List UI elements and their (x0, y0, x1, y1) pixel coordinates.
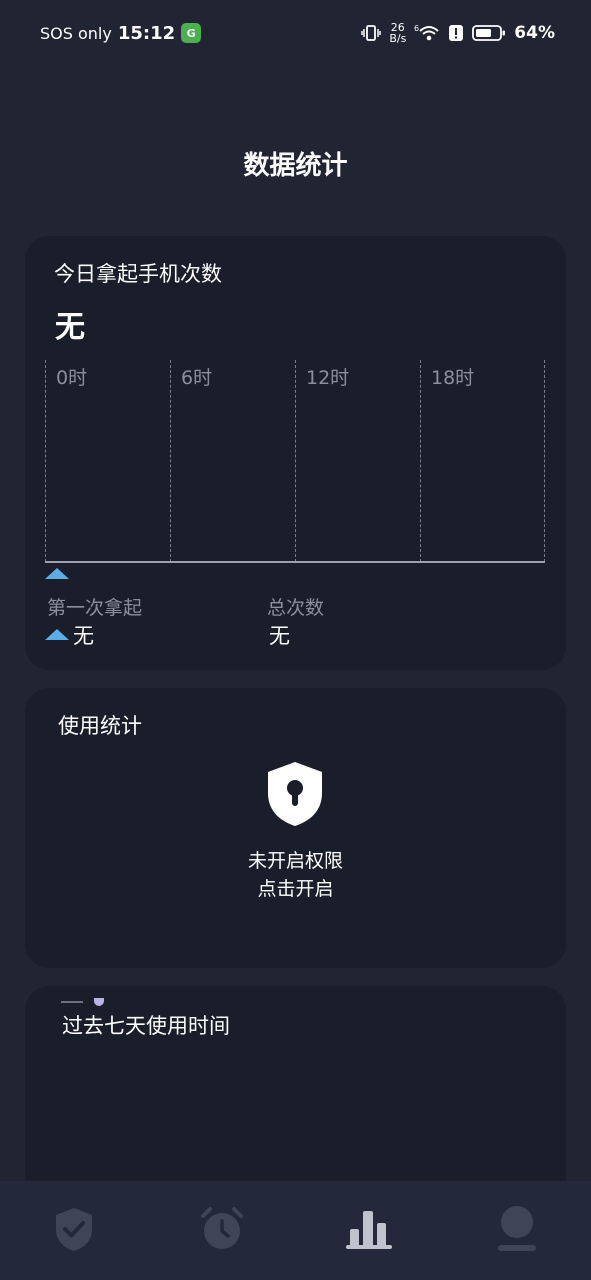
chart-gridline (295, 360, 296, 562)
total-count-label: 总次数 (267, 597, 325, 619)
first-pickup-value: 无 (73, 624, 94, 648)
nav-item-statistics[interactable] (329, 1194, 409, 1264)
chart-gridline (544, 360, 545, 562)
chart-tick-label: 0时 (56, 367, 88, 389)
pickup-count-value: 无 (55, 310, 85, 345)
wifi-6-label: 6 (414, 24, 419, 33)
chart-gridline (170, 360, 171, 562)
weekly-usage-card: 过去七天使用时间 (25, 986, 566, 1206)
pickup-card-title: 今日拿起手机次数 (54, 262, 222, 286)
first-pickup-label: 第一次拿起 (47, 597, 143, 619)
nav-item-protection[interactable] (34, 1194, 114, 1264)
usage-stats-card[interactable]: 使用统计 未开启权限 点击开启 (25, 688, 566, 968)
weekly-chart-legend-line (61, 1001, 83, 1003)
clock: 15:12 (117, 22, 176, 44)
chart-tick-label: 12时 (306, 367, 350, 389)
chart-gridline (420, 360, 421, 562)
weekly-chart-legend-dot (94, 998, 104, 1006)
pickup-timeline-chart: 0时 6时 12时 18时 (45, 360, 545, 563)
nav-item-alarm[interactable] (182, 1194, 262, 1264)
first-pickup-legend-icon (45, 629, 69, 640)
status-bar: SOS only 15:12 G 26 B/s 6 64% (0, 0, 591, 66)
network-status: SOS only (40, 23, 112, 43)
bottom-nav (0, 1181, 591, 1280)
app-notification-icon: G (181, 23, 202, 43)
vibrate-icon (361, 25, 382, 41)
alert-icon (449, 25, 464, 41)
shield-check-icon[interactable] (53, 1206, 95, 1252)
page-title: 数据统计 (243, 151, 348, 181)
chart-tick-label: 18时 (431, 367, 475, 389)
nav-item-profile[interactable] (477, 1194, 557, 1264)
status-left: SOS only 15:12 G (40, 22, 202, 44)
enable-permission-link[interactable]: 点击开启 (25, 874, 566, 901)
usage-stats-title: 使用统计 (58, 714, 142, 738)
chart-baseline (45, 561, 545, 563)
alarm-clock-icon[interactable] (199, 1206, 245, 1252)
pickup-card: 今日拿起手机次数 无 0时 6时 12时 18时 第一次拿起 无 总次数 无 (25, 236, 566, 670)
chart-tick-label: 6时 (181, 367, 213, 389)
total-count-value: 无 (269, 624, 290, 648)
battery-icon (472, 25, 506, 41)
battery-percent: 64% (514, 23, 555, 43)
bar-chart-icon[interactable] (345, 1207, 393, 1251)
network-speed: 26 B/s (389, 22, 406, 44)
permission-disabled-text: 未开启权限 (247, 850, 343, 872)
status-right: 26 B/s 6 64% (361, 22, 555, 44)
network-speed-unit: B/s (389, 32, 407, 45)
profile-icon[interactable] (495, 1205, 539, 1253)
lock-shield-icon[interactable] (265, 760, 325, 828)
weekly-usage-title: 过去七天使用时间 (62, 1014, 230, 1038)
wifi-icon: 6 (414, 24, 439, 41)
chart-gridline (45, 360, 46, 562)
first-pickup-marker-icon (45, 568, 69, 579)
